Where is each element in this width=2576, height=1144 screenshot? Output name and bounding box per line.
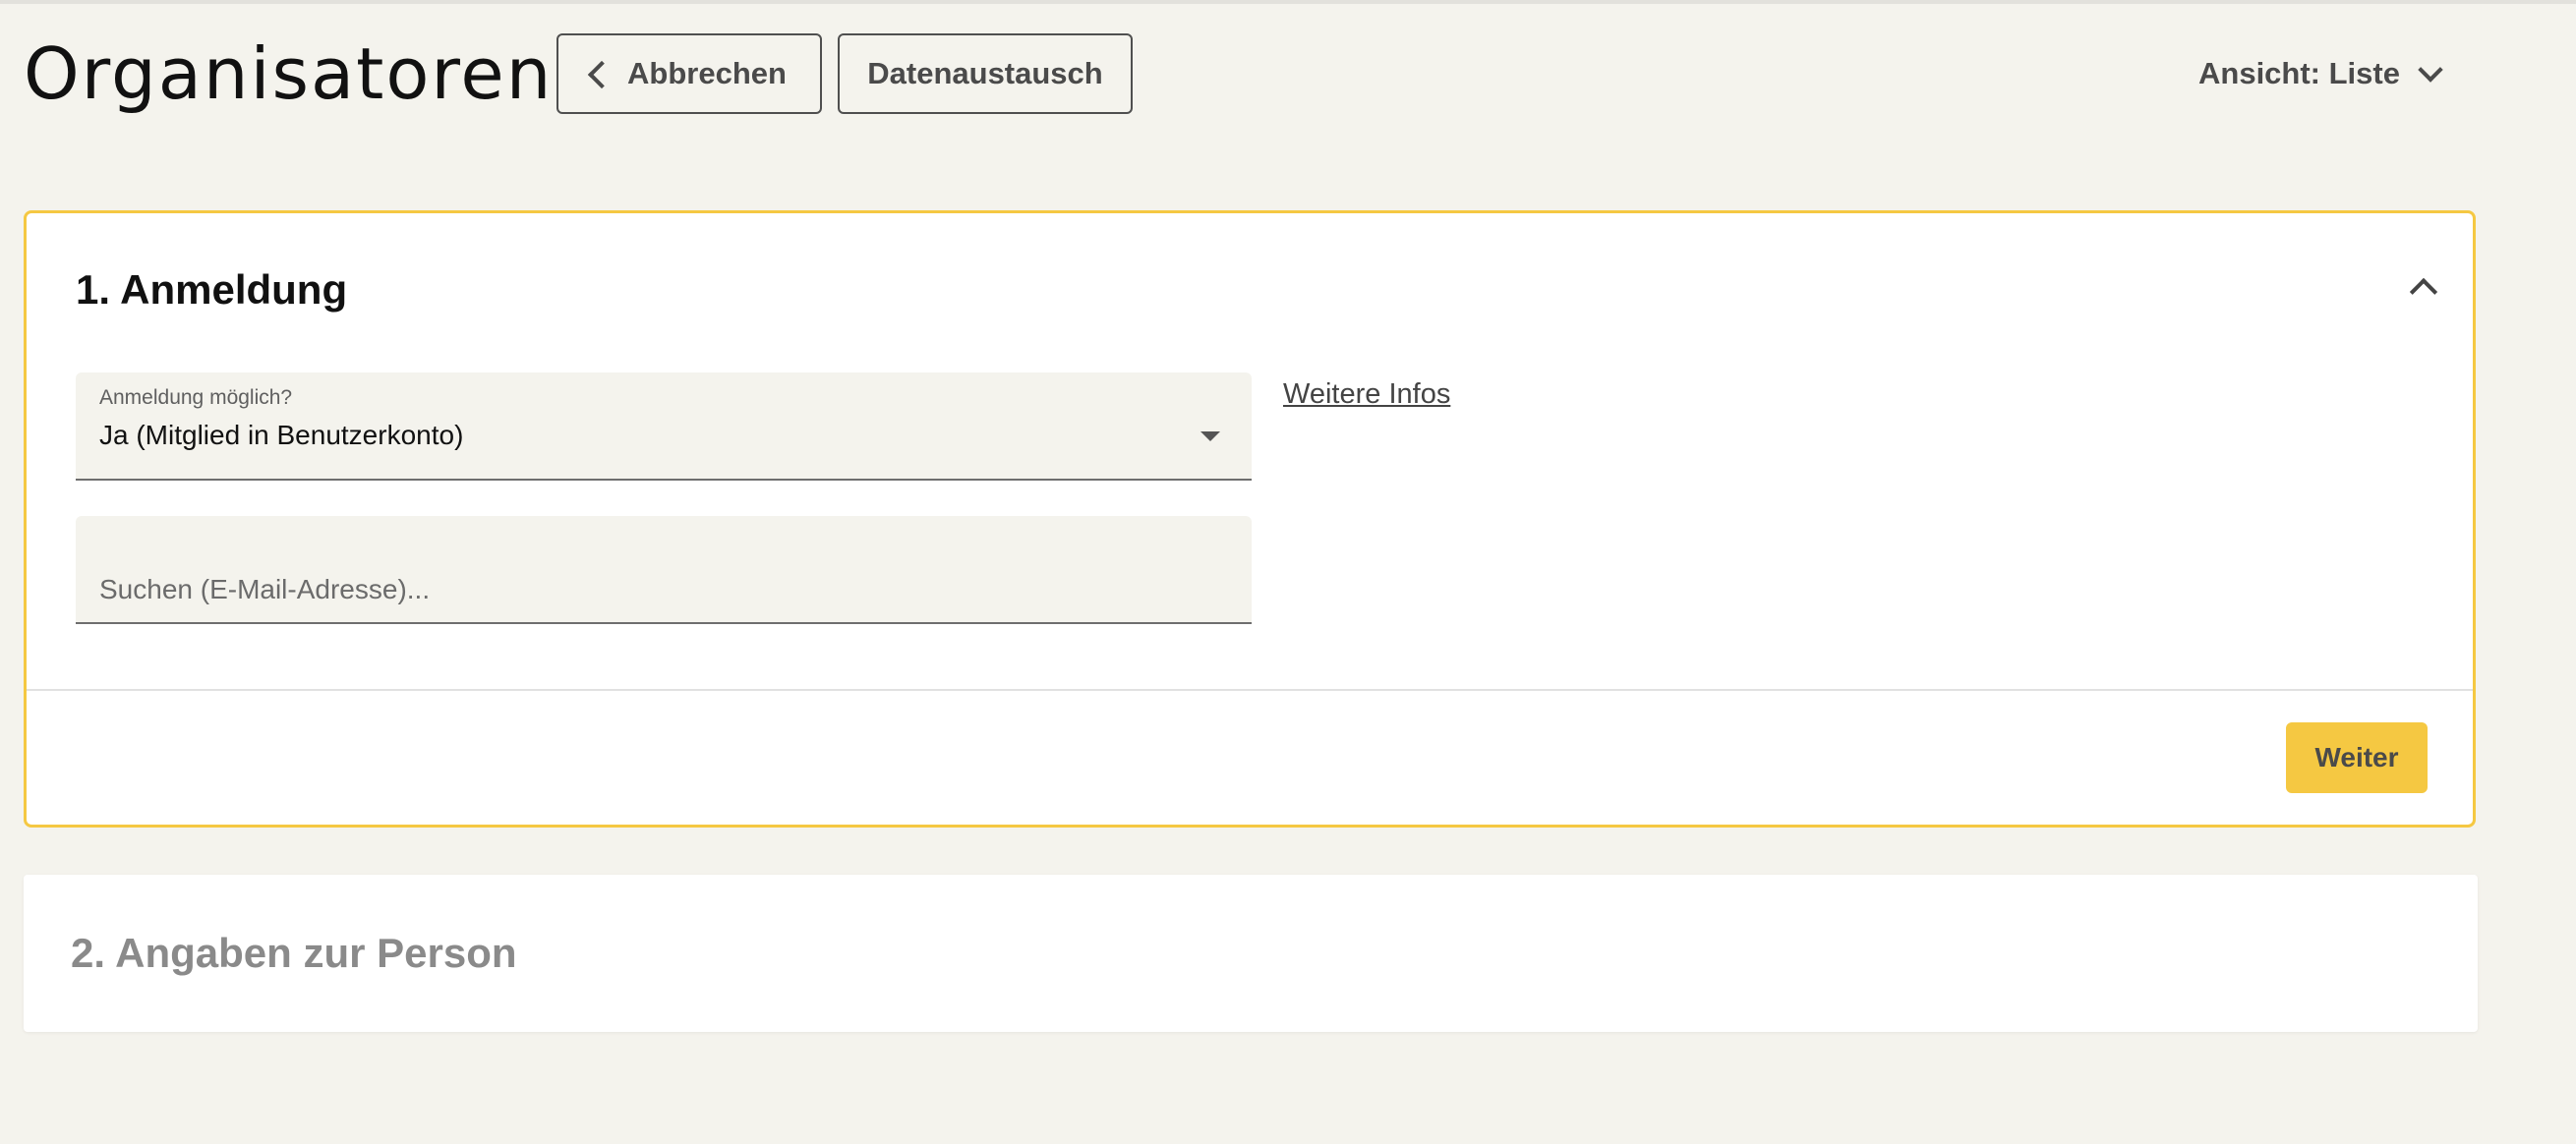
view-selector[interactable]: Ansicht: Liste (2198, 47, 2443, 100)
email-search-input[interactable] (76, 516, 1252, 622)
email-search-field[interactable] (76, 516, 1252, 624)
signup-select-value: Ja (Mitglied in Benutzerkonto) (99, 420, 464, 450)
chevron-down-icon (2418, 57, 2443, 83)
view-selector-label: Ansicht: Liste (2198, 56, 2400, 90)
next-button-label: Weiter (2314, 742, 2399, 772)
more-info-link[interactable]: Weitere Infos (1283, 378, 1450, 411)
caret-down-icon (1200, 431, 1220, 441)
step-1-title: 1. Anmeldung (76, 266, 348, 313)
signup-select[interactable]: Anmeldung möglich? Ja (Mitglied in Benut… (76, 372, 1252, 481)
step-1-card: 1. Anmeldung Anmeldung möglich? Ja (Mitg… (24, 210, 2476, 828)
cancel-button-label: Abbrechen (627, 56, 787, 90)
step-2-card[interactable]: 2. Angaben zur Person (24, 875, 2478, 1032)
card-divider (27, 689, 2473, 691)
signup-select-label: Anmeldung möglich? (99, 386, 293, 409)
data-exchange-button-label: Datenaustausch (867, 56, 1103, 90)
step-2-title: 2. Angaben zur Person (71, 930, 517, 976)
top-border (0, 0, 2576, 4)
page-title: Organisatoren (24, 32, 554, 115)
next-button[interactable]: Weiter (2286, 722, 2428, 793)
chevron-left-icon (587, 60, 616, 89)
data-exchange-button[interactable]: Datenaustausch (838, 33, 1133, 114)
cancel-button[interactable]: Abbrechen (556, 33, 822, 114)
chevron-up-icon[interactable] (2409, 277, 2438, 307)
